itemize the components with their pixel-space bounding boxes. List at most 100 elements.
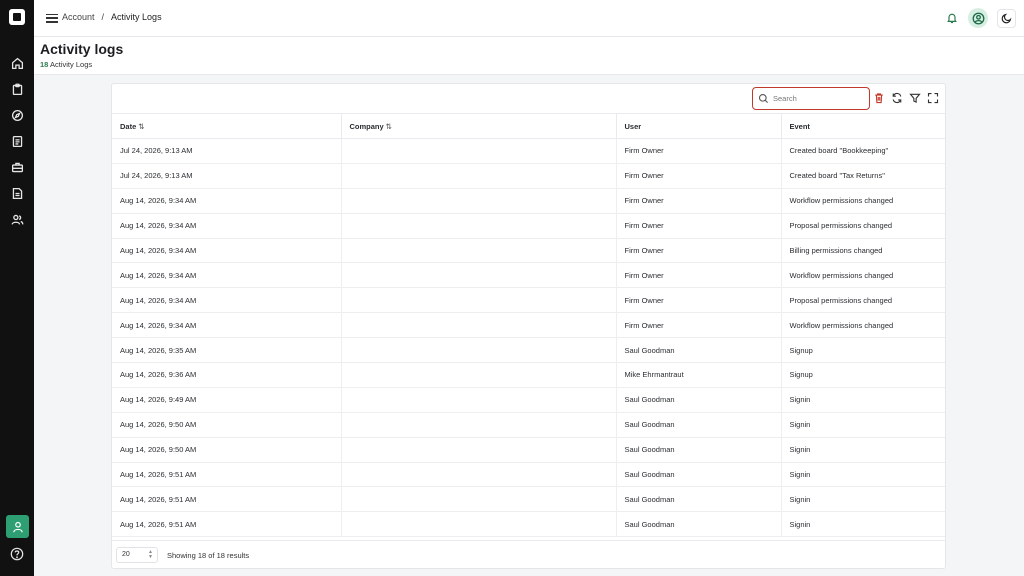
user-profile-button[interactable] <box>6 515 29 538</box>
breadcrumb-account[interactable]: Account <box>62 12 95 22</box>
user-cell: Saul Goodman <box>616 437 782 463</box>
company-cell <box>341 188 617 214</box>
date-cell: Aug 14, 2026, 9:50 AM <box>112 437 342 463</box>
column-header-label: User <box>624 121 642 131</box>
notifications-bell-icon[interactable] <box>942 8 962 28</box>
date-cell: Aug 14, 2026, 9:51 AM <box>112 511 342 538</box>
date-cell: Jul 24, 2026, 9:13 AM <box>112 163 342 189</box>
activity-logs-table: Date ⇅ Company ⇅ User Event Jul 24, 2026, … <box>112 113 945 538</box>
company-cell <box>341 238 617 264</box>
table-row[interactable]: Aug 14, 2026, 9:35 AM Saul Goodman Signup <box>112 337 945 364</box>
column-header-user: User <box>616 113 782 139</box>
company-cell <box>341 213 617 239</box>
column-header-event: Event <box>781 113 945 139</box>
search-icon <box>758 93 769 104</box>
app-logo[interactable] <box>9 9 25 25</box>
date-cell: Aug 14, 2026, 9:34 AM <box>112 188 342 214</box>
table-row[interactable]: Aug 14, 2026, 9:34 AM Firm Owner Proposal … <box>112 287 945 314</box>
sidebar <box>0 0 34 576</box>
date-cell: Aug 14, 2026, 9:34 AM <box>112 238 342 264</box>
table-row[interactable]: Aug 14, 2026, 9:51 AM Saul Goodman Signin <box>112 511 945 538</box>
user-cell: Saul Goodman <box>616 511 782 538</box>
table-body: Jul 24, 2026, 9:13 AM Firm Owner Created b… <box>112 138 945 538</box>
column-header-date[interactable]: Date ⇅ <box>112 113 342 139</box>
refresh-icon[interactable] <box>890 91 904 105</box>
table-row[interactable]: Aug 14, 2026, 9:34 AM Firm Owner Billing p… <box>112 238 945 264</box>
date-cell: Aug 14, 2026, 9:50 AM <box>112 412 342 438</box>
event-cell: Signin <box>781 462 945 488</box>
date-cell: Aug 14, 2026, 9:34 AM <box>112 312 342 339</box>
event-cell: Signup <box>781 362 945 388</box>
date-cell: Aug 14, 2026, 9:34 AM <box>112 262 342 289</box>
breadcrumb: Account / Activity Logs <box>62 12 162 22</box>
user-cell: Firm Owner <box>616 138 782 164</box>
table-row[interactable]: Aug 14, 2026, 9:34 AM Firm Owner Workflow … <box>112 188 945 214</box>
help-icon[interactable] <box>10 547 24 561</box>
table-row[interactable]: Aug 14, 2026, 9:36 AM Mike Ehrmantraut Sig… <box>112 362 945 388</box>
menu-icon[interactable] <box>46 11 58 25</box>
users-icon[interactable] <box>9 211 25 227</box>
sort-icon[interactable]: ⇅ <box>386 122 392 131</box>
company-cell <box>341 387 617 413</box>
table-row[interactable]: Aug 14, 2026, 9:51 AM Saul Goodman Signin <box>112 462 945 488</box>
table-row[interactable]: Aug 14, 2026, 9:34 AM Firm Owner Workflow … <box>112 312 945 339</box>
breadcrumb-current: Activity Logs <box>111 12 162 22</box>
table-row[interactable]: Aug 14, 2026, 9:50 AM Saul Goodman Signin <box>112 412 945 438</box>
dark-mode-moon-icon[interactable] <box>997 8 1016 28</box>
clipboard-icon[interactable] <box>9 81 25 97</box>
home-icon[interactable] <box>9 55 25 71</box>
briefcase-icon[interactable] <box>9 159 25 175</box>
compass-icon[interactable] <box>9 107 25 123</box>
table-row[interactable]: Jul 24, 2026, 9:13 AM Firm Owner Created b… <box>112 163 945 189</box>
user-cell: Saul Goodman <box>616 387 782 413</box>
page-title: Activity logs <box>40 41 124 57</box>
document-icon[interactable] <box>9 133 25 149</box>
company-cell <box>341 262 617 289</box>
date-cell: Aug 14, 2026, 9:34 AM <box>112 287 342 314</box>
column-header-label: Company <box>349 121 384 131</box>
company-cell <box>341 337 617 364</box>
table-row[interactable]: Aug 14, 2026, 9:49 AM Saul Goodman Signin <box>112 387 945 413</box>
event-cell: Proposal permissions changed <box>781 287 945 314</box>
company-cell <box>341 362 617 388</box>
table-toolbar <box>112 84 945 114</box>
account-avatar-icon[interactable] <box>968 8 988 28</box>
event-cell: Proposal permissions changed <box>781 213 945 239</box>
activity-logs-card: Date⇅ Company⇅ User Event Jul 24, 2026, … <box>111 83 946 569</box>
table-row[interactable]: Aug 14, 2026, 9:50 AM Saul Goodman Signin <box>112 437 945 463</box>
company-cell <box>341 138 617 164</box>
search-input[interactable] <box>773 91 863 106</box>
filter-icon[interactable] <box>908 91 922 105</box>
breadcrumb-separator: / <box>101 12 105 22</box>
user-icon <box>12 521 23 532</box>
page-size-value: 20 <box>122 551 130 558</box>
company-cell <box>341 287 617 314</box>
fullscreen-icon[interactable] <box>926 91 940 105</box>
delete-trash-icon[interactable] <box>872 91 886 105</box>
search-box[interactable] <box>752 87 870 110</box>
event-cell: Signin <box>781 511 945 538</box>
company-cell <box>341 163 617 189</box>
page-size-select[interactable]: 20 ▲ ▼ <box>116 547 158 563</box>
date-cell: Aug 14, 2026, 9:51 AM <box>112 486 342 513</box>
user-cell: Mike Ehrmantraut <box>616 362 782 388</box>
date-cell: Aug 14, 2026, 9:51 AM <box>112 462 342 488</box>
sort-icon[interactable]: ⇅ <box>138 122 144 131</box>
table-row[interactable]: Aug 14, 2026, 9:34 AM Firm Owner Proposal … <box>112 213 945 239</box>
user-cell: Firm Owner <box>616 213 782 239</box>
event-cell: Billing permissions changed <box>781 238 945 264</box>
top-bar: Account / Activity Logs <box>34 0 1024 37</box>
table-row[interactable]: Jul 24, 2026, 9:13 AM Firm Owner Created b… <box>112 138 945 164</box>
event-cell: Workflow permissions changed <box>781 188 945 214</box>
table-footer: 20 ▲ ▼ Showing 18 of 18 results <box>112 540 945 568</box>
user-cell: Saul Goodman <box>616 412 782 438</box>
table-row[interactable]: Aug 14, 2026, 9:34 AM Firm Owner Workflow … <box>112 262 945 289</box>
file-list-icon[interactable] <box>9 185 25 201</box>
date-cell: Aug 14, 2026, 9:49 AM <box>112 387 342 413</box>
results-summary: Showing 18 of 18 results <box>167 551 250 560</box>
date-cell: Aug 14, 2026, 9:35 AM <box>112 337 342 364</box>
date-cell: Aug 14, 2026, 9:34 AM <box>112 213 342 239</box>
column-header-company[interactable]: Company ⇅ <box>341 113 617 139</box>
table-row[interactable]: Aug 14, 2026, 9:51 AM Saul Goodman Signin <box>112 486 945 513</box>
user-cell: Saul Goodman <box>616 337 782 364</box>
